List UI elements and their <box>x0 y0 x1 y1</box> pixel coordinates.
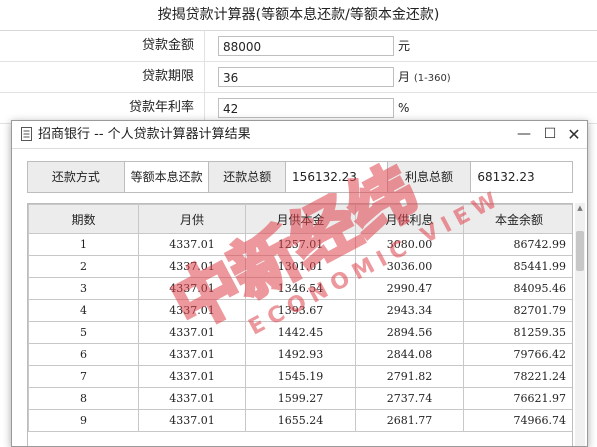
cell-period: 2 <box>28 255 139 278</box>
term-label: 贷款期限 <box>0 62 205 92</box>
amount-unit: 元 <box>398 39 411 53</box>
term-input[interactable]: 36 <box>218 67 394 87</box>
scroll-up-arrow-icon[interactable]: ▲ <box>575 203 585 213</box>
cell-interest: 2681.77 <box>355 409 464 432</box>
cell-period: 5 <box>28 321 139 344</box>
table-row: 1 4337.01 1257.01 3080.00 86742.99 <box>28 233 572 256</box>
cell-balance: 78221.24 <box>463 365 572 388</box>
cell-interest: 2844.08 <box>355 343 464 366</box>
term-unit: 月 <box>398 70 411 84</box>
cell-interest: 3080.00 <box>355 233 464 256</box>
cell-payment: 4337.01 <box>138 299 246 322</box>
cell-principal: 1257.01 <box>245 233 356 256</box>
cell-principal: 1393.67 <box>245 299 356 322</box>
schedule-table-container[interactable]: 期数 月供 月供本金 月供利息 本金余额 1 4337.01 1257.01 3080… <box>27 203 573 446</box>
cell-payment: 4337.01 <box>138 365 246 388</box>
cell-payment: 4337.01 <box>138 387 246 410</box>
cell-balance: 79766.42 <box>463 343 572 366</box>
amount-label: 贷款金额 <box>0 31 205 61</box>
total-value: 156132.23 <box>286 162 388 192</box>
cell-balance: 76621.97 <box>463 387 572 410</box>
cell-principal: 1492.93 <box>245 343 356 366</box>
cell-interest: 2990.47 <box>355 277 464 300</box>
table-row: 3 4337.01 1346.54 2990.47 84095.46 <box>28 277 572 300</box>
cell-principal: 1545.19 <box>245 365 356 388</box>
cell-balance: 86742.99 <box>463 233 572 256</box>
table-row: 9 4337.01 1655.24 2681.77 74966.74 <box>28 409 572 432</box>
summary-bar: 还款方式 等额本息还款 还款总额 156132.23 利息总额 68132.23 <box>27 161 573 193</box>
total-label: 还款总额 <box>209 162 287 192</box>
table-body: 1 4337.01 1257.01 3080.00 86742.99 2 4337.01 13… <box>28 233 572 432</box>
table-row: 8 4337.01 1599.27 2737.74 76621.97 <box>28 387 572 410</box>
term-hint: (1-360) <box>413 73 451 84</box>
cell-interest: 2737.74 <box>355 387 464 410</box>
cell-principal: 1346.54 <box>245 277 356 300</box>
form-row-term: 贷款期限 36 月 (1-360) <box>0 62 597 93</box>
cell-payment: 4337.01 <box>138 277 246 300</box>
cell-principal: 1442.45 <box>245 321 356 344</box>
amount-input[interactable]: 88000 <box>218 36 394 56</box>
table-row: 7 4337.01 1545.19 2791.82 78221.24 <box>28 365 572 388</box>
cell-interest: 2943.34 <box>355 299 464 322</box>
cell-principal: 1599.27 <box>245 387 356 410</box>
table-header-row: 期数 月供 月供本金 月供利息 本金余额 <box>28 204 572 234</box>
cell-period: 7 <box>28 365 139 388</box>
rate-label: 贷款年利率 <box>0 93 205 123</box>
rate-unit: % <box>398 101 410 115</box>
table-row: 6 4337.01 1492.93 2844.08 79766.42 <box>28 343 572 366</box>
cell-balance: 74966.74 <box>463 409 572 432</box>
cell-period: 3 <box>28 277 139 300</box>
interest-value: 68132.23 <box>471 162 573 192</box>
maximize-button[interactable]: ☐ <box>537 121 563 148</box>
method-label: 还款方式 <box>28 162 125 192</box>
page-title: 按揭贷款计算器(等额本息还款/等额本金还款) <box>0 0 597 31</box>
col-header-period: 期数 <box>28 204 139 234</box>
cell-interest: 3036.00 <box>355 255 464 278</box>
cell-payment: 4337.01 <box>138 255 246 278</box>
interest-label: 利息总额 <box>387 162 472 192</box>
cell-period: 1 <box>28 233 139 256</box>
rate-input[interactable]: 42 <box>218 98 394 118</box>
dialog-titlebar[interactable]: 招商银行 -- 个人贷款计算器计算结果 — ☐ ✕ <box>12 121 587 149</box>
cell-payment: 4337.01 <box>138 343 246 366</box>
cell-balance: 81259.35 <box>463 321 572 344</box>
col-header-interest: 月供利息 <box>355 204 464 234</box>
cell-payment: 4337.01 <box>138 233 246 256</box>
minimize-button[interactable]: — <box>511 121 537 148</box>
cell-balance: 82701.79 <box>463 299 572 322</box>
dialog-title: 招商银行 -- 个人贷款计算器计算结果 <box>38 127 251 142</box>
cell-period: 9 <box>28 409 139 432</box>
table-row: 5 4337.01 1442.45 2894.56 81259.35 <box>28 321 572 344</box>
vertical-scrollbar[interactable]: ▲ <box>575 203 585 446</box>
cell-principal: 1301.01 <box>245 255 356 278</box>
table-row: 4 4337.01 1393.67 2943.34 82701.79 <box>28 299 572 322</box>
cell-principal: 1655.24 <box>245 409 356 432</box>
browser-page-icon <box>20 127 34 141</box>
col-header-balance: 本金余额 <box>463 204 572 234</box>
cell-payment: 4337.01 <box>138 409 246 432</box>
table-row: 2 4337.01 1301.01 3036.00 85441.99 <box>28 255 572 278</box>
scroll-thumb[interactable] <box>576 231 584 271</box>
form-row-amount: 贷款金额 88000 元 <box>0 31 597 62</box>
result-dialog: 招商银行 -- 个人贷款计算器计算结果 — ☐ ✕ 还款方式 等额本息还款 还款… <box>11 120 588 447</box>
cell-balance: 85441.99 <box>463 255 572 278</box>
close-button[interactable]: ✕ <box>561 121 587 148</box>
method-value: 等额本息还款 <box>124 162 210 192</box>
cell-period: 4 <box>28 299 139 322</box>
cell-balance: 84095.46 <box>463 277 572 300</box>
col-header-principal: 月供本金 <box>245 204 356 234</box>
cell-period: 8 <box>28 387 139 410</box>
cell-interest: 2791.82 <box>355 365 464 388</box>
cell-period: 6 <box>28 343 139 366</box>
schedule-table: 期数 月供 月供本金 月供利息 本金余额 1 4337.01 1257.01 3080… <box>28 204 572 432</box>
col-header-payment: 月供 <box>138 204 246 234</box>
term-unit-group: 月 (1-360) <box>398 62 451 92</box>
cell-interest: 2894.56 <box>355 321 464 344</box>
cell-payment: 4337.01 <box>138 321 246 344</box>
